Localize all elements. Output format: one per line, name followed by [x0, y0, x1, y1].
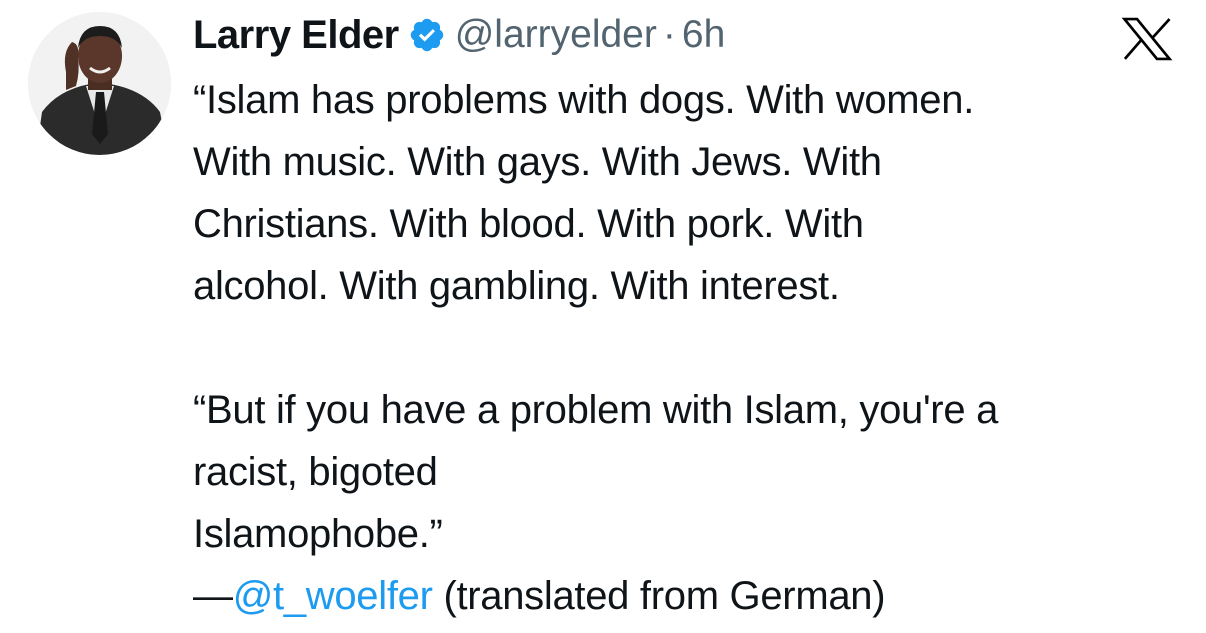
tweet-text: “Islam has problems with dogs. With wome…: [193, 69, 1193, 627]
author-handle[interactable]: @larryelder: [455, 13, 657, 57]
attribution-line: —@t_woelfer (translated from German): [193, 565, 1193, 627]
x-logo-icon[interactable]: [1121, 17, 1173, 61]
tweet-timestamp[interactable]: 6h: [682, 13, 725, 57]
tweet-text-line: racist, bigoted: [193, 450, 438, 494]
tweet-header: Larry Elder @larryelder · 6h: [193, 10, 725, 60]
verified-badge-icon: [408, 16, 446, 54]
tweet-text-line: “Islam has problems with dogs. With wome…: [193, 78, 975, 122]
author-display-name[interactable]: Larry Elder: [193, 13, 399, 58]
tweet-text-line: With music. With gays. With Jews. With: [193, 140, 882, 184]
header-separator: ·: [662, 13, 676, 56]
tweet-text-line: alcohol. With gambling. With interest.: [193, 264, 840, 308]
attribution-note: (translated from German): [432, 574, 886, 618]
tweet-card: Larry Elder @larryelder · 6h “Islam has …: [0, 0, 1206, 633]
tweet-text-line: Christians. With blood. With pork. With: [193, 202, 864, 246]
tweet-text-line: “But if you have a problem with Islam, y…: [193, 388, 999, 432]
attribution-dash: —: [193, 574, 233, 618]
mention-link[interactable]: @t_woelfer: [233, 574, 433, 618]
avatar-photo: [28, 12, 171, 155]
tweet-text-line: Islamophobe.”: [193, 512, 443, 556]
avatar[interactable]: [28, 12, 171, 155]
